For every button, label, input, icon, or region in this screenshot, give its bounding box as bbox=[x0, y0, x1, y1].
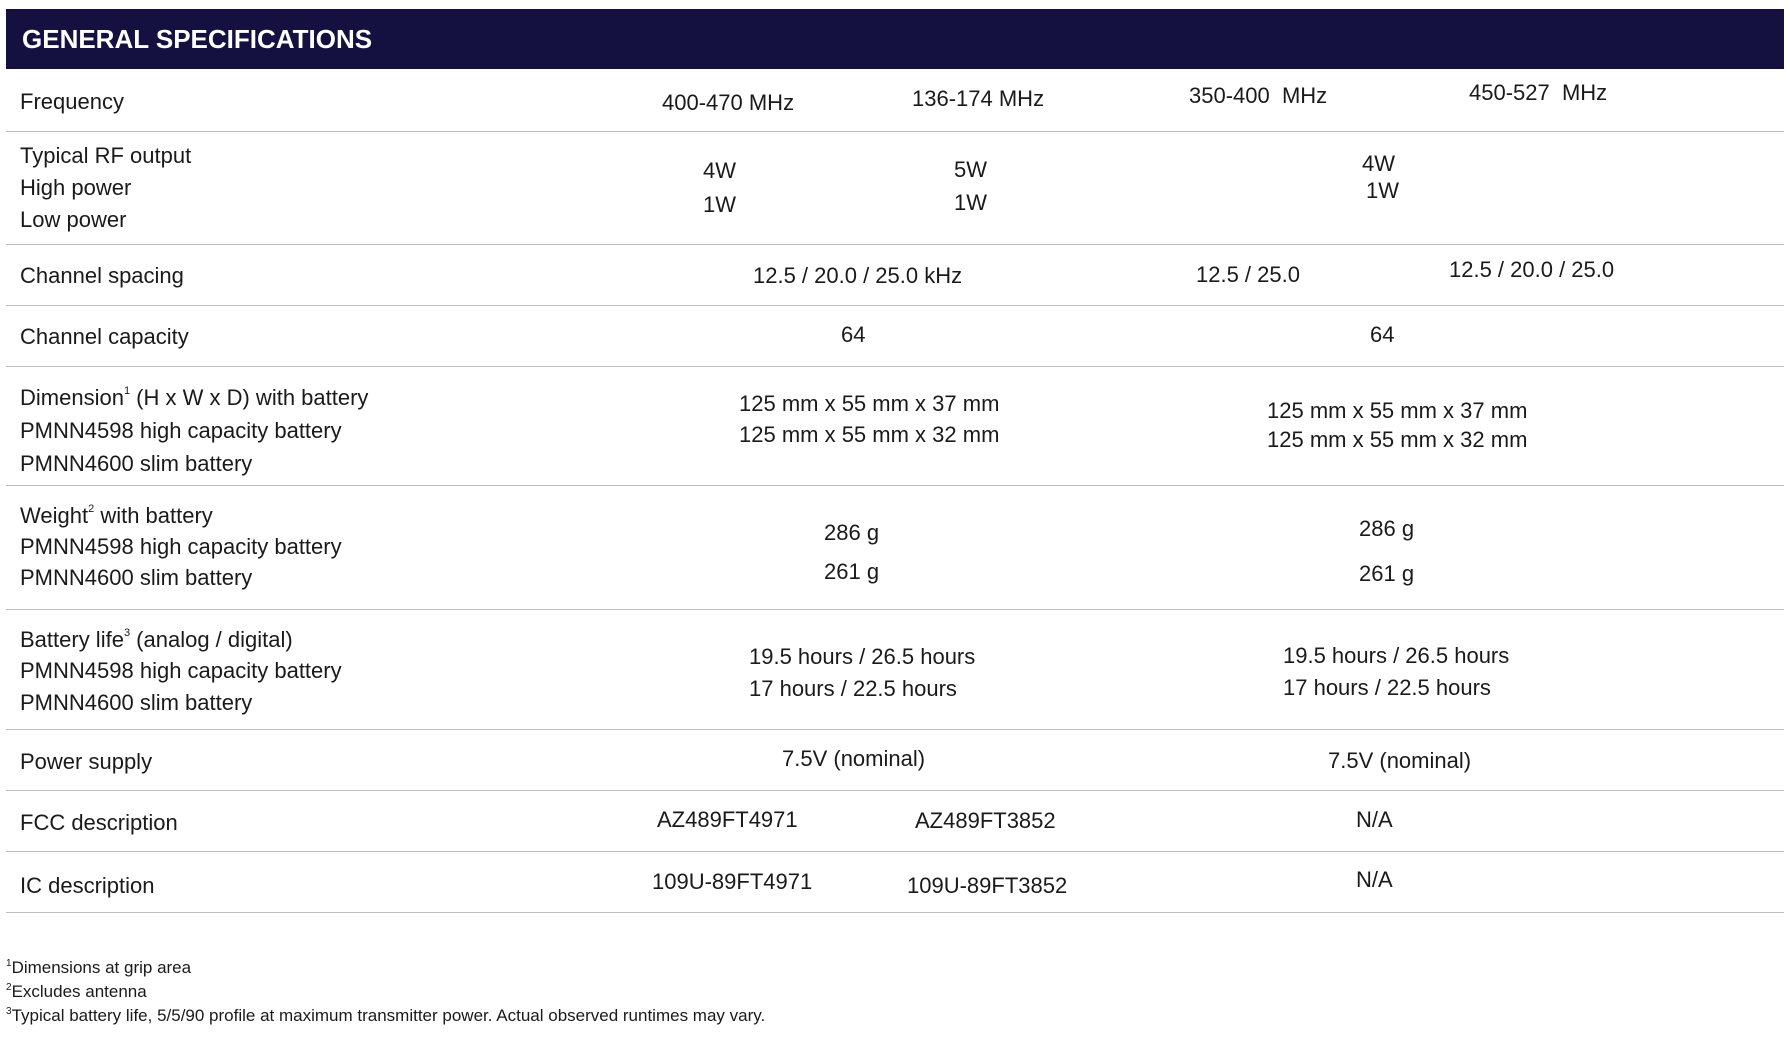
row-sublabel: PMNN4600 slim battery bbox=[20, 690, 253, 715]
value-cell: 19.5 hours / 26.5 hours bbox=[749, 644, 976, 669]
footnote: 1Dimensions at grip area bbox=[6, 958, 192, 977]
value-cell: 400-470 MHz bbox=[662, 90, 795, 115]
value-cell: 125 mm x 55 mm x 32 mm bbox=[1267, 427, 1528, 452]
value-cell: 19.5 hours / 26.5 hours bbox=[1283, 643, 1510, 668]
value-cell: AZ489FT3852 bbox=[915, 808, 1056, 833]
row-label: Frequency bbox=[20, 89, 124, 114]
row-sublabel: PMNN4600 slim battery bbox=[20, 451, 253, 476]
row-sublabel: Low power bbox=[20, 207, 127, 232]
row-label: Battery life3 (analog / digital) bbox=[20, 627, 293, 652]
value-cell: 5W bbox=[954, 157, 987, 182]
row-sublabel: High power bbox=[20, 175, 132, 200]
value-cell: 4W bbox=[1362, 151, 1395, 176]
row-sublabel: PMNN4598 high capacity battery bbox=[20, 658, 342, 683]
value-cell: 12.5 / 25.0 bbox=[1196, 262, 1300, 287]
value-cell: 17 hours / 22.5 hours bbox=[1283, 675, 1491, 700]
spec-row-ic: IC description 109U-89FT4971 109U-89FT38… bbox=[6, 851, 1784, 913]
value-cell: 12.5 / 20.0 / 25.0 bbox=[1449, 257, 1615, 282]
spec-row-battery-life: Battery life3 (analog / digital) PMNN459… bbox=[6, 609, 1784, 730]
value-cell: 286 g bbox=[1359, 516, 1415, 541]
value-cell: 125 mm x 55 mm x 32 mm bbox=[739, 422, 1000, 447]
value-cell: 17 hours / 22.5 hours bbox=[749, 676, 957, 701]
row-label: Weight2 with battery bbox=[20, 503, 213, 528]
value-cell: 350-400 MHz bbox=[1189, 83, 1328, 108]
value-cell: 125 mm x 55 mm x 37 mm bbox=[739, 391, 1000, 416]
value-cell: AZ489FT4971 bbox=[657, 807, 798, 832]
row-sublabel: PMNN4600 slim battery bbox=[20, 565, 253, 590]
value-cell: 1W bbox=[703, 192, 736, 217]
value-cell: 261 g bbox=[824, 559, 880, 584]
spec-row-rf-output: Typical RF output High power Low power 4… bbox=[6, 131, 1784, 245]
row-label: Typical RF output bbox=[20, 143, 192, 168]
value-cell: 12.5 / 20.0 / 25.0 kHz bbox=[753, 263, 963, 288]
value-cell: 1W bbox=[1366, 178, 1399, 203]
section-header: GENERAL SPECIFICATIONS bbox=[6, 9, 1784, 69]
row-label: IC description bbox=[20, 873, 155, 898]
value-cell: 7.5V (nominal) bbox=[782, 746, 926, 771]
value-cell: 261 g bbox=[1359, 561, 1415, 586]
value-cell: 125 mm x 55 mm x 37 mm bbox=[1267, 398, 1528, 423]
row-label: Channel spacing bbox=[20, 263, 184, 288]
section-title: GENERAL SPECIFICATIONS bbox=[22, 24, 373, 54]
spec-row-channel-spacing: Channel spacing 12.5 / 20.0 / 25.0 kHz 1… bbox=[6, 244, 1784, 306]
row-label: Dimension1 (H x W x D) with battery bbox=[20, 385, 369, 410]
spec-row-dimension: Dimension1 (H x W x D) with battery PMNN… bbox=[6, 366, 1784, 486]
value-cell: 4W bbox=[703, 158, 736, 183]
spec-row-weight: Weight2 with battery PMNN4598 high capac… bbox=[6, 485, 1784, 610]
footnote: 3Typical battery life, 5/5/90 profile at… bbox=[6, 1006, 766, 1025]
row-label: FCC description bbox=[20, 810, 178, 835]
spec-row-fcc: FCC description AZ489FT4971 AZ489FT3852 … bbox=[6, 790, 1784, 852]
value-cell: 109U-89FT3852 bbox=[907, 873, 1068, 898]
footnote: 2Excludes antenna bbox=[6, 982, 147, 1001]
value-cell: 64 bbox=[841, 322, 866, 347]
value-cell: 109U-89FT4971 bbox=[652, 869, 813, 894]
row-label: Power supply bbox=[20, 749, 153, 774]
value-cell: 7.5V (nominal) bbox=[1328, 748, 1472, 773]
row-sublabel: PMNN4598 high capacity battery bbox=[20, 534, 342, 559]
value-cell: 1W bbox=[954, 190, 987, 215]
row-sublabel: PMNN4598 high capacity battery bbox=[20, 418, 342, 443]
value-cell: N/A bbox=[1356, 867, 1393, 892]
spec-row-frequency: Frequency 400-470 MHz 136-174 MHz 350-40… bbox=[6, 69, 1784, 132]
row-label: Channel capacity bbox=[20, 324, 189, 349]
value-cell: 286 g bbox=[824, 520, 880, 545]
value-cell: 136-174 MHz bbox=[912, 86, 1045, 111]
spec-row-channel-capacity: Channel capacity 64 64 bbox=[6, 305, 1784, 367]
spec-row-power-supply: Power supply 7.5V (nominal) 7.5V (nomina… bbox=[6, 729, 1784, 791]
value-cell: N/A bbox=[1356, 807, 1393, 832]
value-cell: 450-527 MHz bbox=[1469, 80, 1608, 105]
value-cell: 64 bbox=[1370, 322, 1395, 347]
